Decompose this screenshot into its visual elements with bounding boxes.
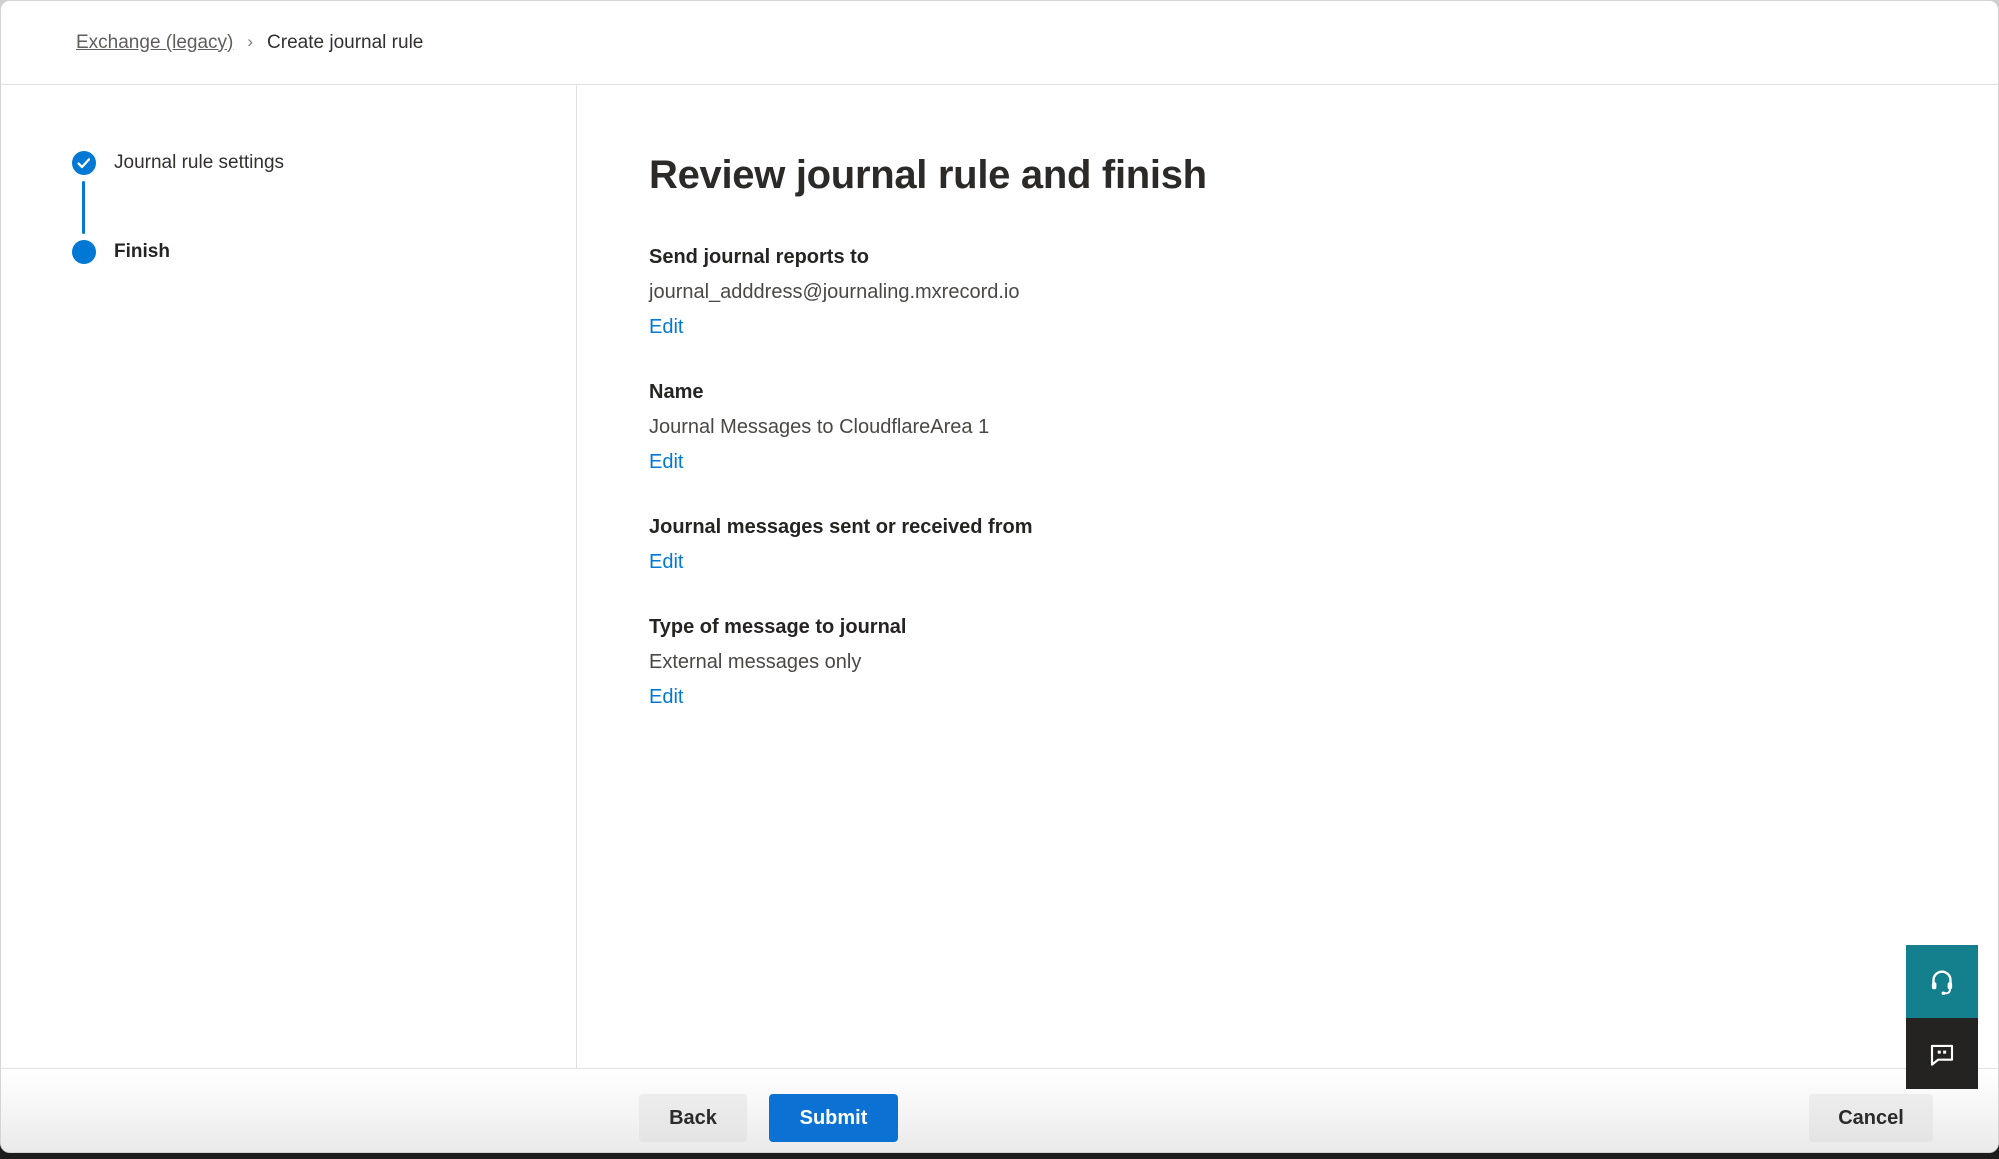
wizard-step-label: Journal rule settings — [114, 152, 284, 174]
footer-action-bar: Back Submit Cancel — [1, 1068, 1998, 1153]
edit-send-journal-reports-link[interactable]: Edit — [649, 314, 683, 340]
page-title: Review journal rule and finish — [649, 151, 1649, 199]
section-label: Name — [649, 379, 1649, 405]
review-section-name: Name Journal Messages to CloudflareArea … — [649, 379, 1649, 475]
review-panel: Review journal rule and finish Send jour… — [649, 151, 1649, 749]
cancel-button[interactable]: Cancel — [1809, 1094, 1933, 1142]
review-section-message-type: Type of message to journal External mess… — [649, 614, 1649, 710]
review-section-journal-messages-scope: Journal messages sent or received from E… — [649, 514, 1649, 575]
submit-button[interactable]: Submit — [769, 1094, 898, 1142]
breadcrumb: Exchange (legacy) › Create journal rule — [1, 1, 1998, 85]
breadcrumb-current-page: Create journal rule — [267, 32, 423, 54]
step-current-dot-icon — [72, 240, 96, 264]
breadcrumb-exchange-legacy-link[interactable]: Exchange (legacy) — [76, 32, 233, 54]
chevron-right-icon: › — [247, 32, 253, 52]
section-label: Send journal reports to — [649, 244, 1649, 270]
edit-message-type-link[interactable]: Edit — [649, 684, 683, 710]
step-connector-line — [82, 181, 85, 234]
wizard-step-finish[interactable]: Finish — [72, 240, 170, 264]
edit-name-link[interactable]: Edit — [649, 449, 683, 475]
back-button[interactable]: Back — [639, 1094, 747, 1142]
wizard-step-journal-rule-settings[interactable]: Journal rule settings — [72, 151, 284, 175]
section-value: journal_adddress@journaling.mxrecord.io — [649, 279, 1649, 305]
feedback-button[interactable] — [1906, 1018, 1978, 1089]
section-label: Type of message to journal — [649, 614, 1649, 640]
edit-journal-messages-scope-link[interactable]: Edit — [649, 549, 683, 575]
help-button[interactable] — [1906, 945, 1978, 1018]
wizard-step-rail: Journal rule settings Finish — [1, 85, 577, 1068]
chat-icon — [1927, 1039, 1957, 1069]
section-value: External messages only — [649, 649, 1649, 675]
wizard-step-label: Finish — [114, 241, 170, 263]
section-value: Journal Messages to CloudflareArea 1 — [649, 414, 1649, 440]
app-window: Exchange (legacy) › Create journal rule … — [0, 0, 1999, 1153]
review-section-send-journal-reports-to: Send journal reports to journal_adddress… — [649, 244, 1649, 340]
section-label: Journal messages sent or received from — [649, 514, 1649, 540]
headset-icon — [1927, 967, 1957, 997]
step-completed-check-icon — [72, 151, 96, 175]
